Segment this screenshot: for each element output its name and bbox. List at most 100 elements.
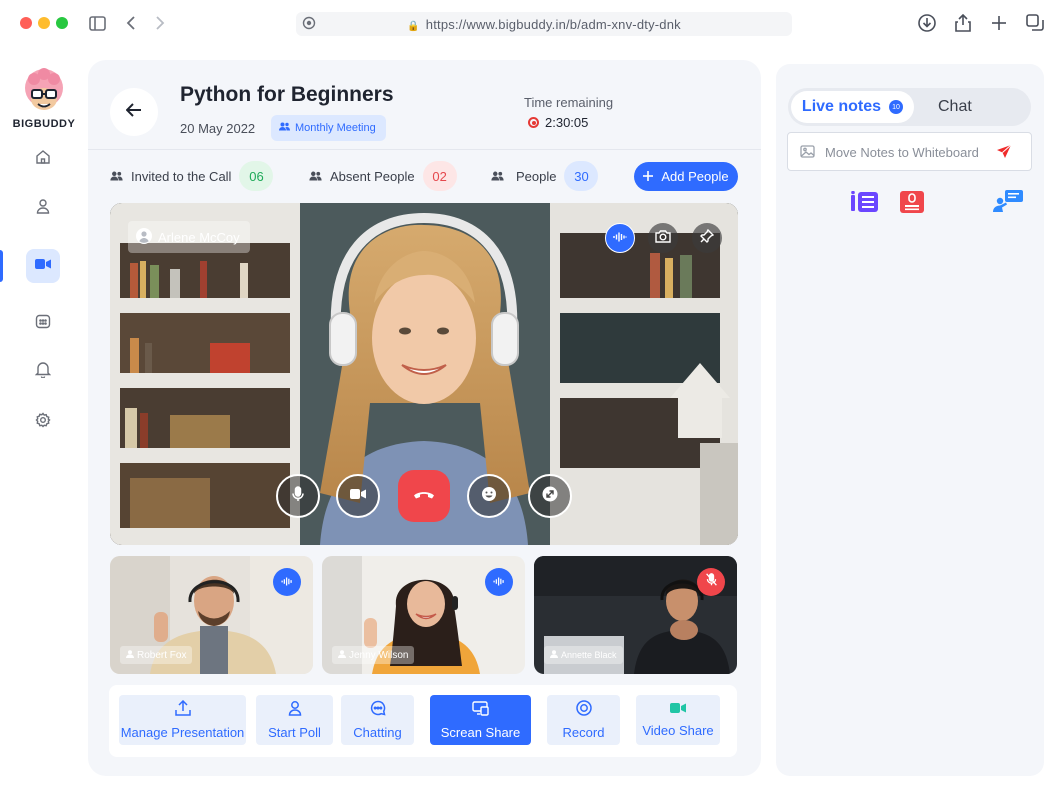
nav-home[interactable] bbox=[26, 142, 60, 176]
reaction-button[interactable] bbox=[467, 474, 511, 518]
pin-icon bbox=[700, 228, 715, 248]
time-remaining-label: Time remaining bbox=[524, 95, 614, 110]
pin-button[interactable] bbox=[692, 223, 722, 253]
add-people-label: Add People bbox=[661, 169, 729, 184]
fullscreen-button[interactable] bbox=[528, 474, 572, 518]
participant-tile[interactable]: Annette Black bbox=[534, 556, 737, 674]
home-icon bbox=[35, 149, 51, 170]
audio-wave-icon bbox=[280, 573, 294, 591]
participant-name-tag: Jenny Wilson bbox=[332, 646, 415, 664]
audio-wave-icon bbox=[492, 573, 506, 591]
time-remaining: 2:30:05 bbox=[528, 115, 588, 130]
arrow-left-icon bbox=[125, 102, 142, 122]
comment-tool[interactable] bbox=[993, 189, 1023, 219]
user-avatar-icon bbox=[136, 227, 152, 247]
recording-icon bbox=[528, 117, 539, 128]
chat-bubble-icon bbox=[370, 700, 386, 719]
sidebar-toggle-icon[interactable] bbox=[87, 13, 107, 33]
back-button[interactable] bbox=[110, 88, 158, 136]
calendar-icon bbox=[35, 313, 51, 334]
browser-chrome: 🔒 https://www.bigbuddy.in/b/adm-xnv-dty-d… bbox=[0, 0, 1056, 48]
upload-icon bbox=[174, 699, 191, 719]
stat-invited-label: Invited to the Call bbox=[131, 168, 232, 184]
back-nav-icon[interactable] bbox=[121, 13, 141, 33]
share-icon[interactable] bbox=[953, 13, 973, 33]
screenshot-button[interactable] bbox=[648, 223, 678, 253]
nav-settings[interactable] bbox=[26, 405, 60, 439]
camera-toggle-button[interactable] bbox=[336, 474, 380, 518]
participant-name: Robert Fox bbox=[137, 649, 187, 661]
list-icon bbox=[851, 190, 879, 218]
start-poll-button[interactable]: Start Poll bbox=[256, 695, 333, 745]
comment-user-icon bbox=[993, 189, 1023, 219]
tabs-overview-icon[interactable] bbox=[1025, 13, 1045, 33]
tab-live-notes-label: Live notes bbox=[801, 98, 882, 115]
address-bar[interactable]: 🔒 https://www.bigbuddy.in/b/adm-xnv-dty-d… bbox=[296, 12, 792, 36]
brand-logo[interactable]: BIGBUDDY bbox=[8, 66, 80, 136]
participant-name: Jenny Wilson bbox=[349, 649, 409, 661]
nav-profile[interactable] bbox=[26, 191, 60, 225]
main-video[interactable]: Arlene McCoy bbox=[110, 203, 738, 545]
screen-share-button[interactable]: Screan Share bbox=[430, 695, 531, 745]
notes-input[interactable]: Move Notes to Whiteboard bbox=[787, 132, 1032, 171]
participant-tile[interactable]: Jenny Wilson bbox=[322, 556, 525, 674]
video-share-button[interactable]: Video Share bbox=[636, 695, 720, 745]
phone-hangup-icon bbox=[413, 487, 435, 505]
audio-active-indicator bbox=[485, 568, 513, 596]
speaker-name-tag: Arlene McCoy bbox=[128, 221, 250, 253]
manage-presentation-button[interactable]: Manage Presentation bbox=[119, 695, 246, 745]
video-share-label: Video Share bbox=[642, 723, 714, 738]
mic-button[interactable] bbox=[276, 474, 320, 518]
nav-notifications[interactable] bbox=[26, 355, 60, 389]
minimize-window-button[interactable] bbox=[38, 17, 50, 29]
video-camera-icon bbox=[670, 702, 686, 717]
record-label: Record bbox=[562, 725, 605, 740]
people-icon bbox=[110, 169, 123, 184]
muted-indicator bbox=[697, 568, 725, 596]
smiley-icon bbox=[481, 486, 497, 507]
sticky-note-tool[interactable] bbox=[898, 190, 926, 217]
stat-absent-label: Absent People bbox=[330, 168, 415, 184]
download-icon[interactable] bbox=[917, 13, 937, 33]
plus-icon bbox=[643, 169, 654, 184]
manage-presentation-label: Manage Presentation bbox=[120, 725, 245, 740]
new-tab-icon[interactable] bbox=[989, 13, 1009, 33]
url-text: https://www.bigbuddy.in/b/adm-xnv-dty-dn… bbox=[425, 17, 681, 32]
participant-tile[interactable]: Robert Fox bbox=[110, 556, 313, 674]
tab-live-notes[interactable]: Live notes 10 bbox=[791, 91, 914, 123]
nav-calendar[interactable] bbox=[26, 306, 60, 340]
close-window-button[interactable] bbox=[20, 17, 32, 29]
record-icon bbox=[575, 700, 592, 719]
add-people-button[interactable]: Add People bbox=[634, 162, 738, 191]
brand-name: BIGBUDDY bbox=[12, 118, 76, 130]
start-poll-label: Start Poll bbox=[268, 725, 321, 740]
stat-absent[interactable]: Absent People 02 bbox=[309, 161, 457, 191]
text-format-tool[interactable] bbox=[851, 190, 879, 218]
video-camera-icon bbox=[350, 487, 366, 505]
meeting-toolbar: Manage Presentation Start Poll Chatting … bbox=[109, 685, 737, 757]
audio-wave-button[interactable] bbox=[605, 223, 635, 253]
camera-icon bbox=[655, 229, 671, 248]
forward-nav-icon[interactable] bbox=[150, 13, 170, 33]
meeting-panel: Python for Beginners 20 May 2022 Monthly… bbox=[88, 60, 761, 776]
send-icon[interactable] bbox=[996, 144, 1012, 165]
end-call-button[interactable] bbox=[398, 470, 450, 522]
chatting-label: Chatting bbox=[353, 725, 402, 740]
stat-absent-count: 02 bbox=[422, 161, 457, 191]
stat-people[interactable]: People 30 bbox=[491, 161, 599, 191]
stat-people-label: People bbox=[516, 168, 557, 184]
record-button[interactable]: Record bbox=[547, 695, 620, 745]
expand-icon bbox=[542, 486, 558, 507]
tab-chat[interactable]: Chat bbox=[938, 98, 972, 116]
stat-invited[interactable]: Invited to the Call 06 bbox=[110, 161, 274, 191]
audio-wave-icon bbox=[613, 229, 627, 247]
gear-icon bbox=[35, 411, 51, 433]
notes-panel: Live notes 10 Chat Move Notes to Whitebo… bbox=[776, 64, 1044, 776]
people-icon bbox=[309, 169, 322, 184]
participant-name-tag: Annette Black bbox=[544, 646, 623, 664]
stat-invited-count: 06 bbox=[239, 161, 274, 191]
chatting-button[interactable]: Chatting bbox=[341, 695, 414, 745]
nav-meetings[interactable] bbox=[26, 249, 60, 283]
image-icon bbox=[800, 145, 815, 163]
maximize-window-button[interactable] bbox=[56, 17, 68, 29]
